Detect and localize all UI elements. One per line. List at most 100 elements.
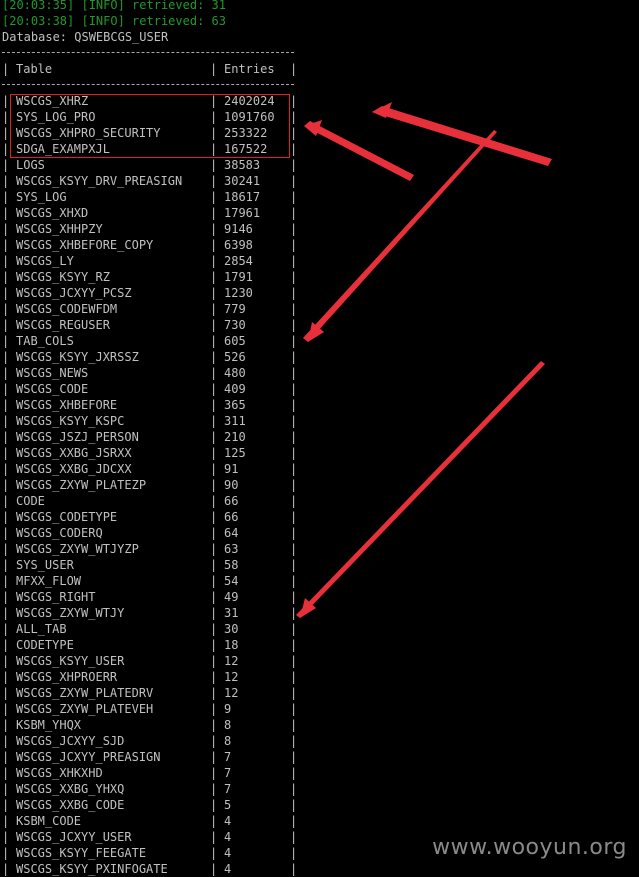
entries-cell: 18: [224, 638, 239, 652]
entries-cell: 125: [224, 446, 246, 460]
entries-cell: 7: [224, 750, 232, 764]
entries-cell: 1791: [224, 270, 253, 284]
entries-cell: 66: [224, 494, 239, 508]
entries-cell: 58: [224, 558, 239, 572]
table-name-cell: SYS_USER: [16, 558, 74, 572]
table-name-cell: KSBM_YHQX: [16, 718, 82, 732]
table-name-cell: WSCGS_XHPROERR: [16, 670, 118, 684]
table-name-cell: WSCGS_RIGHT: [16, 590, 96, 604]
table-header-row: | Table | Entries |: [2, 62, 298, 76]
entries-cell: 480: [224, 366, 246, 380]
table-name-cell: WSCGS_KSYY_JXRSSZ: [16, 350, 139, 364]
entries-cell: 31: [224, 606, 239, 620]
entries-cell: 12: [224, 654, 239, 668]
table-name-cell: WSCGS_ZXYW_PLATEZP: [16, 478, 147, 492]
entries-cell: 2854: [224, 254, 253, 268]
watermark: www.wooyun.org: [432, 835, 627, 860]
table-name-cell: WSCGS_ZXYW_WTJYZP: [16, 542, 139, 556]
table-name-cell: WSCGS_KSYY_RZ: [16, 270, 110, 284]
table-name-cell: WSCGS_KSYY_PXINFOGATE: [16, 862, 168, 876]
entries-cell: 64: [224, 526, 239, 540]
entries-cell: 311: [224, 414, 246, 428]
entries-cell: 18617: [224, 190, 261, 204]
entries-cell: 210: [224, 430, 246, 444]
column-header-entries: Entries: [224, 62, 275, 76]
table-name-cell: CODETYPE: [16, 638, 74, 652]
database-line: Database: QSWEBCGS_USER: [2, 30, 169, 44]
entries-cell: 17961: [224, 206, 261, 220]
table-name-cell: WSCGS_CODERQ: [16, 526, 103, 540]
entries-cell: 12: [224, 670, 239, 684]
entries-cell: 4: [224, 814, 232, 828]
table-name-cell: WSCGS_XHKXHD: [16, 766, 103, 780]
log-line: [20:03:38] [INFO] retrieved: 63: [2, 14, 226, 28]
entries-cell: 526: [224, 350, 246, 364]
entries-cell: 1230: [224, 286, 253, 300]
entries-cell: 8: [224, 734, 232, 748]
table-name-cell: CODE: [16, 494, 45, 508]
entries-cell: 49: [224, 590, 239, 604]
table-name-cell: WSCGS_JCXYY_SJD: [16, 734, 125, 748]
entries-cell: 12: [224, 686, 239, 700]
table-name-cell: WSCGS_ZXYW_WTJY: [16, 606, 125, 620]
table-name-cell: WSCGS_CODEWFDM: [16, 302, 118, 316]
entries-cell: 7: [224, 766, 232, 780]
entries-cell: 4: [224, 830, 232, 844]
entries-cell: 779: [224, 302, 246, 316]
entries-cell: 9146: [224, 222, 253, 236]
entries-cell: 5: [224, 798, 232, 812]
table-name-cell: TAB_COLS: [16, 334, 74, 348]
table-name-cell: ALL_TAB: [16, 622, 67, 636]
entries-cell: 38583: [224, 158, 261, 172]
entries-cell: 7: [224, 782, 232, 796]
entries-cell: 30241: [224, 174, 261, 188]
entries-cell: 30: [224, 622, 239, 636]
entries-cell: 8: [224, 718, 232, 732]
entries-cell: 66: [224, 510, 239, 524]
table-name-cell: KSBM_CODE: [16, 814, 82, 828]
log-line: [20:03:35] [INFO] retrieved: 31: [2, 0, 226, 12]
column-header-table: Table: [16, 62, 53, 76]
table-name-cell: WSCGS_JCXYY_PREASIGN: [16, 750, 161, 764]
table-name-cell: WSCGS_LY: [16, 254, 74, 268]
arrow-icon: [296, 361, 545, 618]
entries-cell: 365: [224, 398, 246, 412]
entries-cell: 4: [224, 846, 232, 860]
table-name-cell: WSCGS_JCXYY_PCSZ: [16, 286, 132, 300]
entries-cell: 605: [224, 334, 246, 348]
table-name-cell: WSCGS_NEWS: [16, 366, 89, 380]
entries-cell: 730: [224, 318, 246, 332]
table-name-cell: WSCGS_KSYY_KSPC: [16, 414, 125, 428]
table-name-cell: WSCGS_XXBG_JDCXX: [16, 462, 132, 476]
table-name-cell: WSCGS_CODETYPE: [16, 510, 118, 524]
table-name-cell: WSCGS_JCXYY_USER: [16, 830, 132, 844]
table-name-cell: WSCGS_KSYY_DRV_PREASIGN: [16, 174, 183, 188]
arrow-icon: [304, 120, 414, 181]
table-name-cell: WSCGS_XHBEFORE_COPY: [16, 238, 154, 252]
table-name-cell: SYS_LOG: [16, 190, 67, 204]
entries-cell: 91: [224, 462, 239, 476]
table-name-cell: MFXX_FLOW: [16, 574, 82, 588]
table-name-cell: WSCGS_KSYY_USER: [16, 654, 125, 668]
entries-cell: 54: [224, 574, 239, 588]
arrow-icon: [303, 130, 497, 342]
table-name-cell: WSCGS_XXBG_CODE: [16, 798, 125, 812]
table-name-cell: WSCGS_XXBG_YHXQ: [16, 782, 125, 796]
highlight-box: [10, 94, 290, 158]
table-name-cell: WSCGS_ZXYW_PLATEVEH: [16, 702, 154, 716]
table-name-cell: WSCGS_ZXYW_PLATEDRV: [16, 686, 154, 700]
entries-cell: 9: [224, 702, 232, 716]
entries-cell: 4: [224, 862, 232, 876]
entries-cell: 409: [224, 382, 246, 396]
entries-cell: 90: [224, 478, 239, 492]
table-name-cell: WSCGS_XXBG_JSRXX: [16, 446, 132, 460]
table-header-border: [2, 84, 294, 86]
table-name-cell: WSCGS_XHXD: [16, 206, 89, 220]
table-name-cell: WSCGS_KSYY_FEEGATE: [16, 846, 147, 860]
table-name-cell: WSCGS_XHHPZY: [16, 222, 103, 236]
entries-cell: 6398: [224, 238, 253, 252]
table-name-cell: WSCGS_JSZJ_PERSON: [16, 430, 139, 444]
table-name-cell: WSCGS_XHBEFORE: [16, 398, 118, 412]
entries-cell: 63: [224, 542, 239, 556]
table-name-cell: WSCGS_REGUSER: [16, 318, 110, 332]
